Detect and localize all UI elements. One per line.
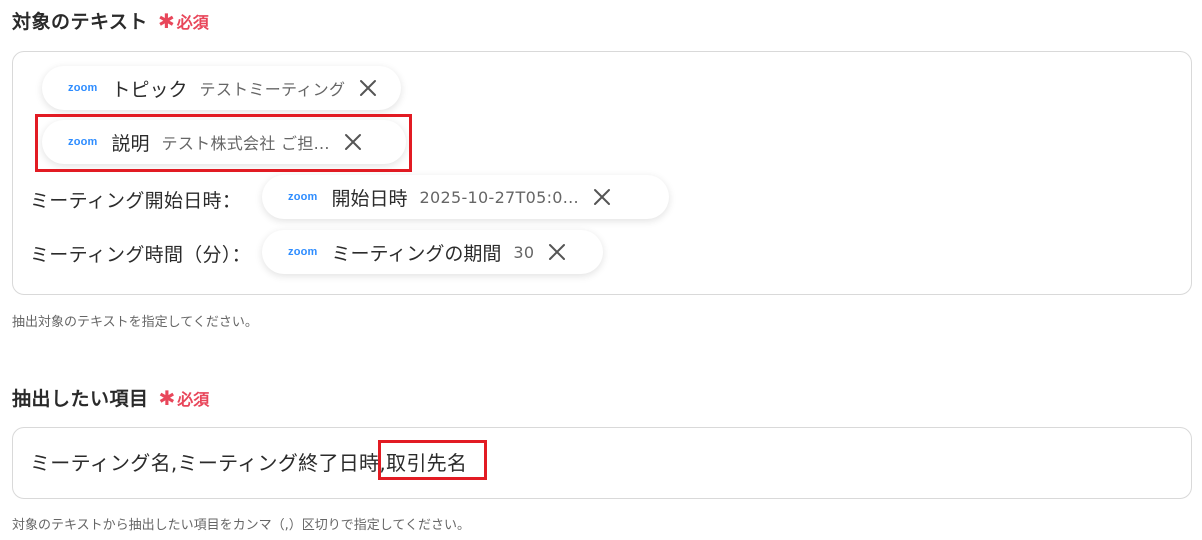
variable-pill-start-time[interactable]: zoom 開始日時 2025-10-27T05:0...	[262, 175, 669, 219]
pill-value: 30	[513, 242, 535, 262]
variable-pill-description[interactable]: zoom 説明 テスト株式会社 ご担...	[42, 120, 406, 164]
zoom-logo-icon: zoom	[68, 136, 98, 148]
field-label-row: 抽出したい項目 ✱ 必須	[12, 384, 209, 411]
extract-items-text: ミーティング名,ミーティング終了日時	[30, 451, 380, 475]
variable-pill-topic[interactable]: zoom トピック テストミーティング	[42, 66, 401, 110]
extract-items-added-text: ,取引先名	[379, 451, 468, 475]
required-label: 必須	[177, 389, 210, 409]
pill-name: トピック	[111, 78, 188, 101]
required-badge: ✱ 必須	[159, 386, 210, 410]
zoom-logo-icon: zoom	[288, 191, 318, 203]
form-page: 対象のテキスト ✱ 必須 zoom トピック テストミーティング zoom 説明…	[0, 0, 1202, 540]
pill-name: ミーティングの期間	[331, 242, 502, 265]
help-text: 抽出対象のテキストを指定してください。	[12, 315, 258, 330]
zoom-logo-icon: zoom	[68, 82, 98, 94]
variable-pill-duration[interactable]: zoom ミーティングの期間 30	[262, 230, 603, 274]
zoom-logo-icon: zoom	[288, 246, 318, 258]
row-label-start-time: ミーティング開始日時：	[30, 190, 242, 212]
required-label: 必須	[176, 12, 209, 32]
required-asterisk-icon: ✱	[157, 8, 175, 33]
field-label: 対象のテキスト	[12, 11, 148, 33]
field-label-row: 対象のテキスト ✱ 必須	[12, 7, 209, 34]
pill-value: 2025-10-27T05:0...	[419, 187, 579, 207]
help-text: 対象のテキストから抽出したい項目をカンマ（,）区切りで指定してください。	[12, 518, 470, 533]
close-icon[interactable]	[344, 133, 362, 151]
close-icon[interactable]	[548, 243, 566, 261]
pill-name: 説明	[111, 132, 150, 155]
close-icon[interactable]	[593, 188, 611, 206]
field-label: 抽出したい項目	[12, 388, 149, 410]
required-badge: ✱ 必須	[158, 9, 209, 33]
pill-value: テストミーティング	[199, 80, 346, 99]
extract-items-value: ミーティング名,ミーティング終了日時,取引先名	[30, 447, 467, 476]
pill-name: 開始日時	[331, 187, 408, 210]
row-label-duration: ミーティング時間（分）：	[30, 244, 251, 266]
required-asterisk-icon: ✱	[158, 385, 176, 410]
close-icon[interactable]	[359, 79, 377, 97]
pill-value: テスト株式会社 ご担...	[161, 134, 330, 153]
